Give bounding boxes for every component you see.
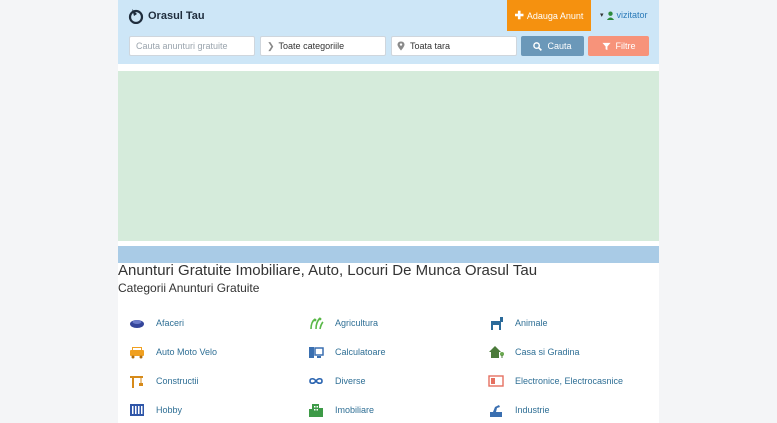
category-label: Auto Moto Velo xyxy=(156,347,218,357)
category-label: Hobby xyxy=(156,405,183,415)
logo[interactable]: Orasul Tau xyxy=(128,8,205,24)
add-listing-button[interactable]: ✚ Adauga Anunt xyxy=(507,0,591,31)
piano-icon xyxy=(129,403,145,417)
category-label: Agricultura xyxy=(335,318,379,328)
caret-down-icon: ▾ xyxy=(600,12,604,19)
category-label: Casa si Gradina xyxy=(515,347,580,357)
search-button-label: Cauta xyxy=(547,41,572,51)
search-placeholder: Cauta anunturi gratuite xyxy=(136,41,228,51)
search-input[interactable]: Cauta anunturi gratuite xyxy=(129,36,255,56)
user-label: vizitator xyxy=(616,10,648,20)
search-icon xyxy=(533,41,543,51)
search-button[interactable]: Cauta xyxy=(521,36,584,56)
category-item-hobby[interactable]: Hobby xyxy=(129,403,182,417)
location-value: Toata tara xyxy=(410,41,451,51)
chevron-right-icon: ❯ xyxy=(267,40,275,51)
category-label: Constructii xyxy=(156,376,199,386)
page: Orasul Tau ✚ Adauga Anunt ▾ vizitator Ca… xyxy=(118,0,659,423)
category-label: Industrie xyxy=(515,405,550,415)
category-label: Electronice, Electrocasnice xyxy=(515,376,624,386)
logo-icon xyxy=(128,9,144,24)
category-label: Diverse xyxy=(335,376,366,386)
infinity-icon xyxy=(308,374,324,388)
building-icon xyxy=(308,403,324,417)
category-item-diverse[interactable]: Diverse xyxy=(308,374,366,388)
category-item-casa-si-gradina[interactable]: Casa si Gradina xyxy=(488,345,580,359)
filter-button[interactable]: Filtre xyxy=(588,36,649,56)
category-item-constructii[interactable]: Constructii xyxy=(129,374,199,388)
category-item-animale[interactable]: Animale xyxy=(488,316,548,330)
house-icon xyxy=(488,345,504,359)
category-label: Calculatoare xyxy=(335,347,386,357)
location-select[interactable]: Toata tara xyxy=(391,36,517,56)
category-label: Afaceri xyxy=(156,318,185,328)
filter-button-label: Filtre xyxy=(615,41,636,51)
car-icon xyxy=(129,345,145,359)
map-pin-icon xyxy=(397,41,405,51)
ad-banner xyxy=(118,71,659,241)
crane-icon xyxy=(129,374,145,388)
category-select[interactable]: ❯ Toate categoriile xyxy=(260,36,386,56)
filter-icon xyxy=(601,42,611,50)
user-menu[interactable]: ▾ vizitator xyxy=(600,10,648,20)
category-item-auto-moto-velo[interactable]: Auto Moto Velo xyxy=(129,345,217,359)
computer-icon xyxy=(308,345,324,359)
user-icon xyxy=(606,11,614,20)
divider-strip xyxy=(118,246,659,263)
appliance-icon xyxy=(488,374,504,388)
page-title: Anunturi Gratuite Imobiliare, Auto, Locu… xyxy=(118,262,538,279)
category-label: Imobiliare xyxy=(335,405,375,415)
category-value: Toate categoriile xyxy=(278,41,345,51)
category-item-agricultura[interactable]: Agricultura xyxy=(308,316,378,330)
site-header: Orasul Tau ✚ Adauga Anunt ▾ vizitator Ca… xyxy=(118,0,659,64)
brand-name: Orasul Tau xyxy=(148,10,205,22)
add-listing-label: Adauga Anunt xyxy=(526,10,584,21)
category-item-industrie[interactable]: Industrie xyxy=(488,403,550,417)
business-icon xyxy=(129,316,145,330)
category-label: Animale xyxy=(515,318,548,328)
industry-icon xyxy=(488,403,504,417)
category-item-calculatoare[interactable]: Calculatoare xyxy=(308,345,386,359)
section-title: Categorii Anunturi Gratuite xyxy=(118,281,260,295)
category-item-afaceri[interactable]: Afaceri xyxy=(129,316,184,330)
animal-icon xyxy=(488,316,504,330)
category-item-electronice[interactable]: Electronice, Electrocasnice xyxy=(488,374,623,388)
category-item-imobiliare[interactable]: Imobiliare xyxy=(308,403,374,417)
plus-icon: ✚ xyxy=(514,10,524,22)
agriculture-icon xyxy=(308,316,324,330)
